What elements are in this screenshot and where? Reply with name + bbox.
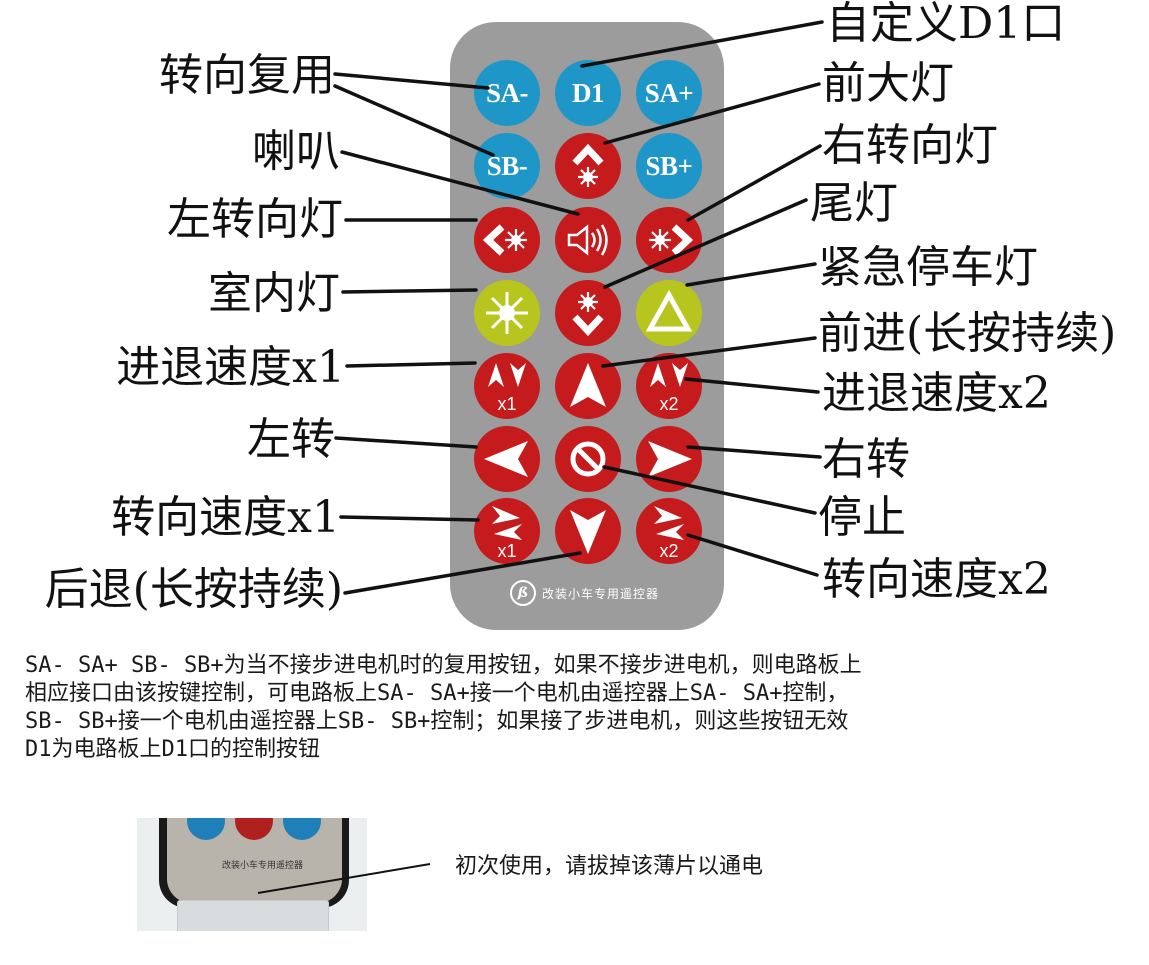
horn-button[interactable] [555,207,621,273]
headlight-icon [572,143,604,187]
sa-minus-button[interactable]: SA- [474,60,540,126]
turn-left-button[interactable] [474,426,540,492]
pull-tab-note: 初次使用，请拔掉该薄片以通电 [455,854,764,879]
speed-x1-button[interactable]: x1 [474,353,540,419]
turn-speed-x2-button[interactable]: x2 [636,498,702,564]
left-arrow-icon [484,441,528,477]
description-line: 相应接口由该按键控制，可电路板上SA- SA+接一个电机由遥控器上SA- SA+… [25,681,849,706]
label-steering-reuse: 转向复用 [159,50,335,101]
description-paragraph: SA- SA+ SB- SB+为当不接步进电机时的复用按钮，如果不接步进电机，则… [25,652,1135,764]
left-turn-signal-icon [482,224,527,256]
photo-button [235,818,273,840]
label-tail-light: 尾灯 [810,178,898,229]
label-headlight: 前大灯 [822,58,954,109]
speed-up-down-icon: x2 [650,363,688,414]
turn-speed-x1-text: x1 [497,541,516,561]
photo-button [187,818,225,840]
turn-speed-x2-text: x2 [659,541,678,561]
stop-button[interactable] [555,426,621,492]
speed-x2-text: x2 [659,394,678,414]
insulation-pull-tab [177,900,329,931]
label-horn: 喇叭 [252,126,340,177]
remote-brand: ß 改装小车专用遥控器 [510,578,700,608]
interior-light-button[interactable] [474,280,540,346]
turn-speed-x1-button[interactable]: x1 [474,498,540,564]
label-forward: 前进(长按持续) [818,308,1117,359]
tail-light-icon [572,292,604,337]
right-turn-signal-icon [649,224,694,256]
label-turn-right: 右转 [822,434,910,485]
turn-speed-icon: x1 [492,506,522,561]
right-turn-signal-button[interactable] [636,207,702,273]
description-line: SB- SB+接一个电机由遥控器上SB- SB+控制；如果接了步进电机，则这些按… [25,709,849,734]
label-left-turn-light: 左转向灯 [167,194,343,245]
description-line: SA- SA+ SB- SB+为当不接步进电机时的复用按钮，如果不接步进电机，则… [25,653,862,678]
photo-button [283,818,321,840]
label-custom-d1: 自定义D1口 [826,0,1066,49]
forward-button[interactable] [555,353,621,419]
label-right-turn-light: 右转向灯 [822,120,998,171]
sb-minus-label: SB- [486,150,528,181]
label-speed-x2: 进退速度x2 [822,368,1051,419]
photo-brand-text: 改装小车专用遥控器 [222,861,304,871]
hazard-triangle-icon [645,289,693,332]
label-speed-x1: 进退速度x1 [116,342,345,393]
hazard-light-button[interactable] [636,280,702,346]
sb-minus-button[interactable]: SB- [474,133,540,199]
sb-plus-label: SB+ [645,150,693,181]
d1-label: D1 [572,77,605,108]
left-turn-signal-button[interactable] [474,207,540,273]
d1-button[interactable]: D1 [555,60,621,126]
remote-brand-text: 改装小车专用遥控器 [542,586,660,601]
sa-plus-label: SA+ [644,77,694,108]
label-hazard-light: 紧急停车灯 [818,242,1038,293]
sa-minus-label: SA- [485,77,529,108]
label-interior-light: 室内灯 [208,268,340,319]
stop-icon [570,441,606,477]
label-turn-left: 左转 [247,414,335,465]
sb-plus-button[interactable]: SB+ [636,133,702,199]
sa-plus-button[interactable]: SA+ [636,60,702,126]
horn-icon [567,224,608,256]
backward-arrow-icon [570,510,606,554]
turn-right-button[interactable] [636,426,702,492]
interior-light-icon [486,292,528,334]
speed-x1-text: x1 [497,394,516,414]
forward-arrow-icon [570,363,606,407]
headlight-button[interactable] [555,133,621,199]
label-turn-speed-x2: 转向速度x2 [822,554,1051,605]
battery-tab-photo: 改装小车专用遥控器 [137,818,367,931]
turn-speed-icon: x2 [654,506,684,561]
description-line: D1为电路板上D1口的控制按钮 [25,737,320,762]
label-turn-speed-x1: 转向速度x1 [111,492,340,543]
backward-button[interactable] [555,498,621,564]
label-backward: 后退(长按持续) [44,564,343,615]
speed-x2-button[interactable]: x2 [636,353,702,419]
right-arrow-icon [648,441,692,477]
brand-logo-icon: ß [510,580,536,606]
label-stop: 停止 [818,492,906,543]
tail-light-button[interactable] [555,280,621,346]
speed-up-down-icon: x1 [488,363,526,414]
